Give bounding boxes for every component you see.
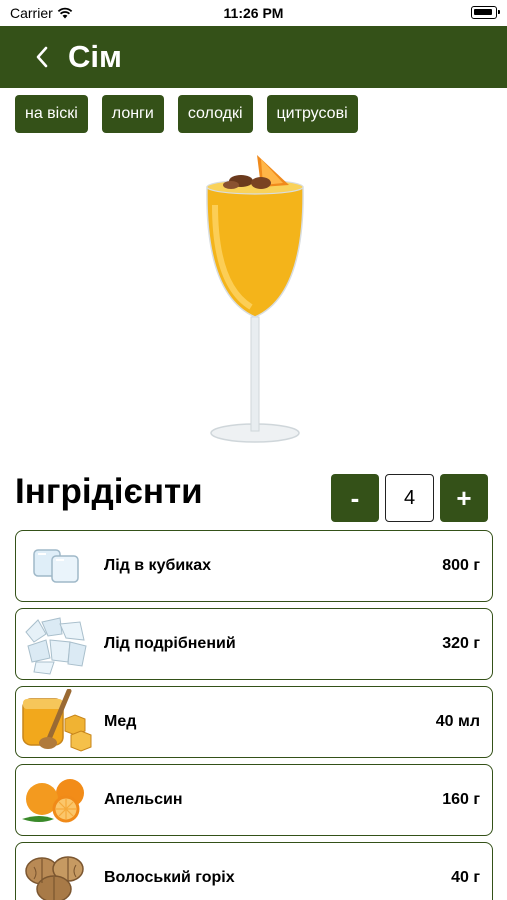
quantity-stepper: - 4 +: [331, 474, 488, 522]
ingredient-amount: 40 г: [451, 869, 480, 886]
nav-bar: Сім: [0, 26, 507, 88]
ingredient-name: Мед: [104, 713, 137, 730]
increase-button[interactable]: +: [440, 474, 488, 522]
ingredients-title: Інгрідієнти: [15, 472, 203, 511]
ingredient-amount: 40 мл: [435, 713, 480, 730]
chevron-left-icon: [36, 46, 48, 68]
ingredient-amount: 800 г: [442, 557, 480, 574]
orange-icon: [18, 766, 94, 834]
ingredient-name: Лід подрібнений: [104, 635, 236, 652]
tag-list: на віскі лонги солодкі цитрусові: [15, 95, 358, 133]
tag-whisky[interactable]: на віскі: [15, 95, 88, 133]
ingredient-name: Лід в кубиках: [104, 557, 211, 574]
ice-cubes-icon: [18, 532, 94, 600]
ingredient-row[interactable]: Мед 40 мл: [15, 686, 493, 758]
battery-icon: [471, 6, 500, 19]
honey-icon: [18, 688, 94, 756]
ingredient-name: Апельсин: [104, 791, 183, 808]
tag-citrus[interactable]: цитрусові: [266, 95, 358, 133]
cocktail-image: [165, 145, 345, 455]
tag-longs[interactable]: лонги: [101, 95, 164, 133]
back-button[interactable]: [22, 37, 62, 77]
ingredient-amount: 320 г: [442, 635, 480, 652]
decrease-button[interactable]: -: [331, 474, 379, 522]
walnut-icon: [18, 844, 94, 900]
ingredient-row[interactable]: Лід в кубиках 800 г: [15, 530, 493, 602]
tag-sweet[interactable]: солодкі: [177, 95, 253, 133]
status-bar: Carrier 11:26 PM: [0, 0, 507, 26]
ingredient-row[interactable]: Апельсин 160 г: [15, 764, 493, 836]
ingredient-row[interactable]: Волоський горіх 40 г: [15, 842, 493, 900]
ingredient-amount: 160 г: [442, 791, 480, 808]
crushed-ice-icon: [18, 610, 94, 678]
page-title: Сім: [68, 39, 122, 74]
ingredient-list: Лід в кубиках 800 г Лід подрібнений 320 …: [15, 530, 493, 900]
status-time: 11:26 PM: [223, 5, 284, 21]
ingredient-row[interactable]: Лід подрібнений 320 г: [15, 608, 493, 680]
quantity-field[interactable]: 4: [385, 474, 434, 522]
ingredient-name: Волоський горіх: [104, 869, 235, 886]
